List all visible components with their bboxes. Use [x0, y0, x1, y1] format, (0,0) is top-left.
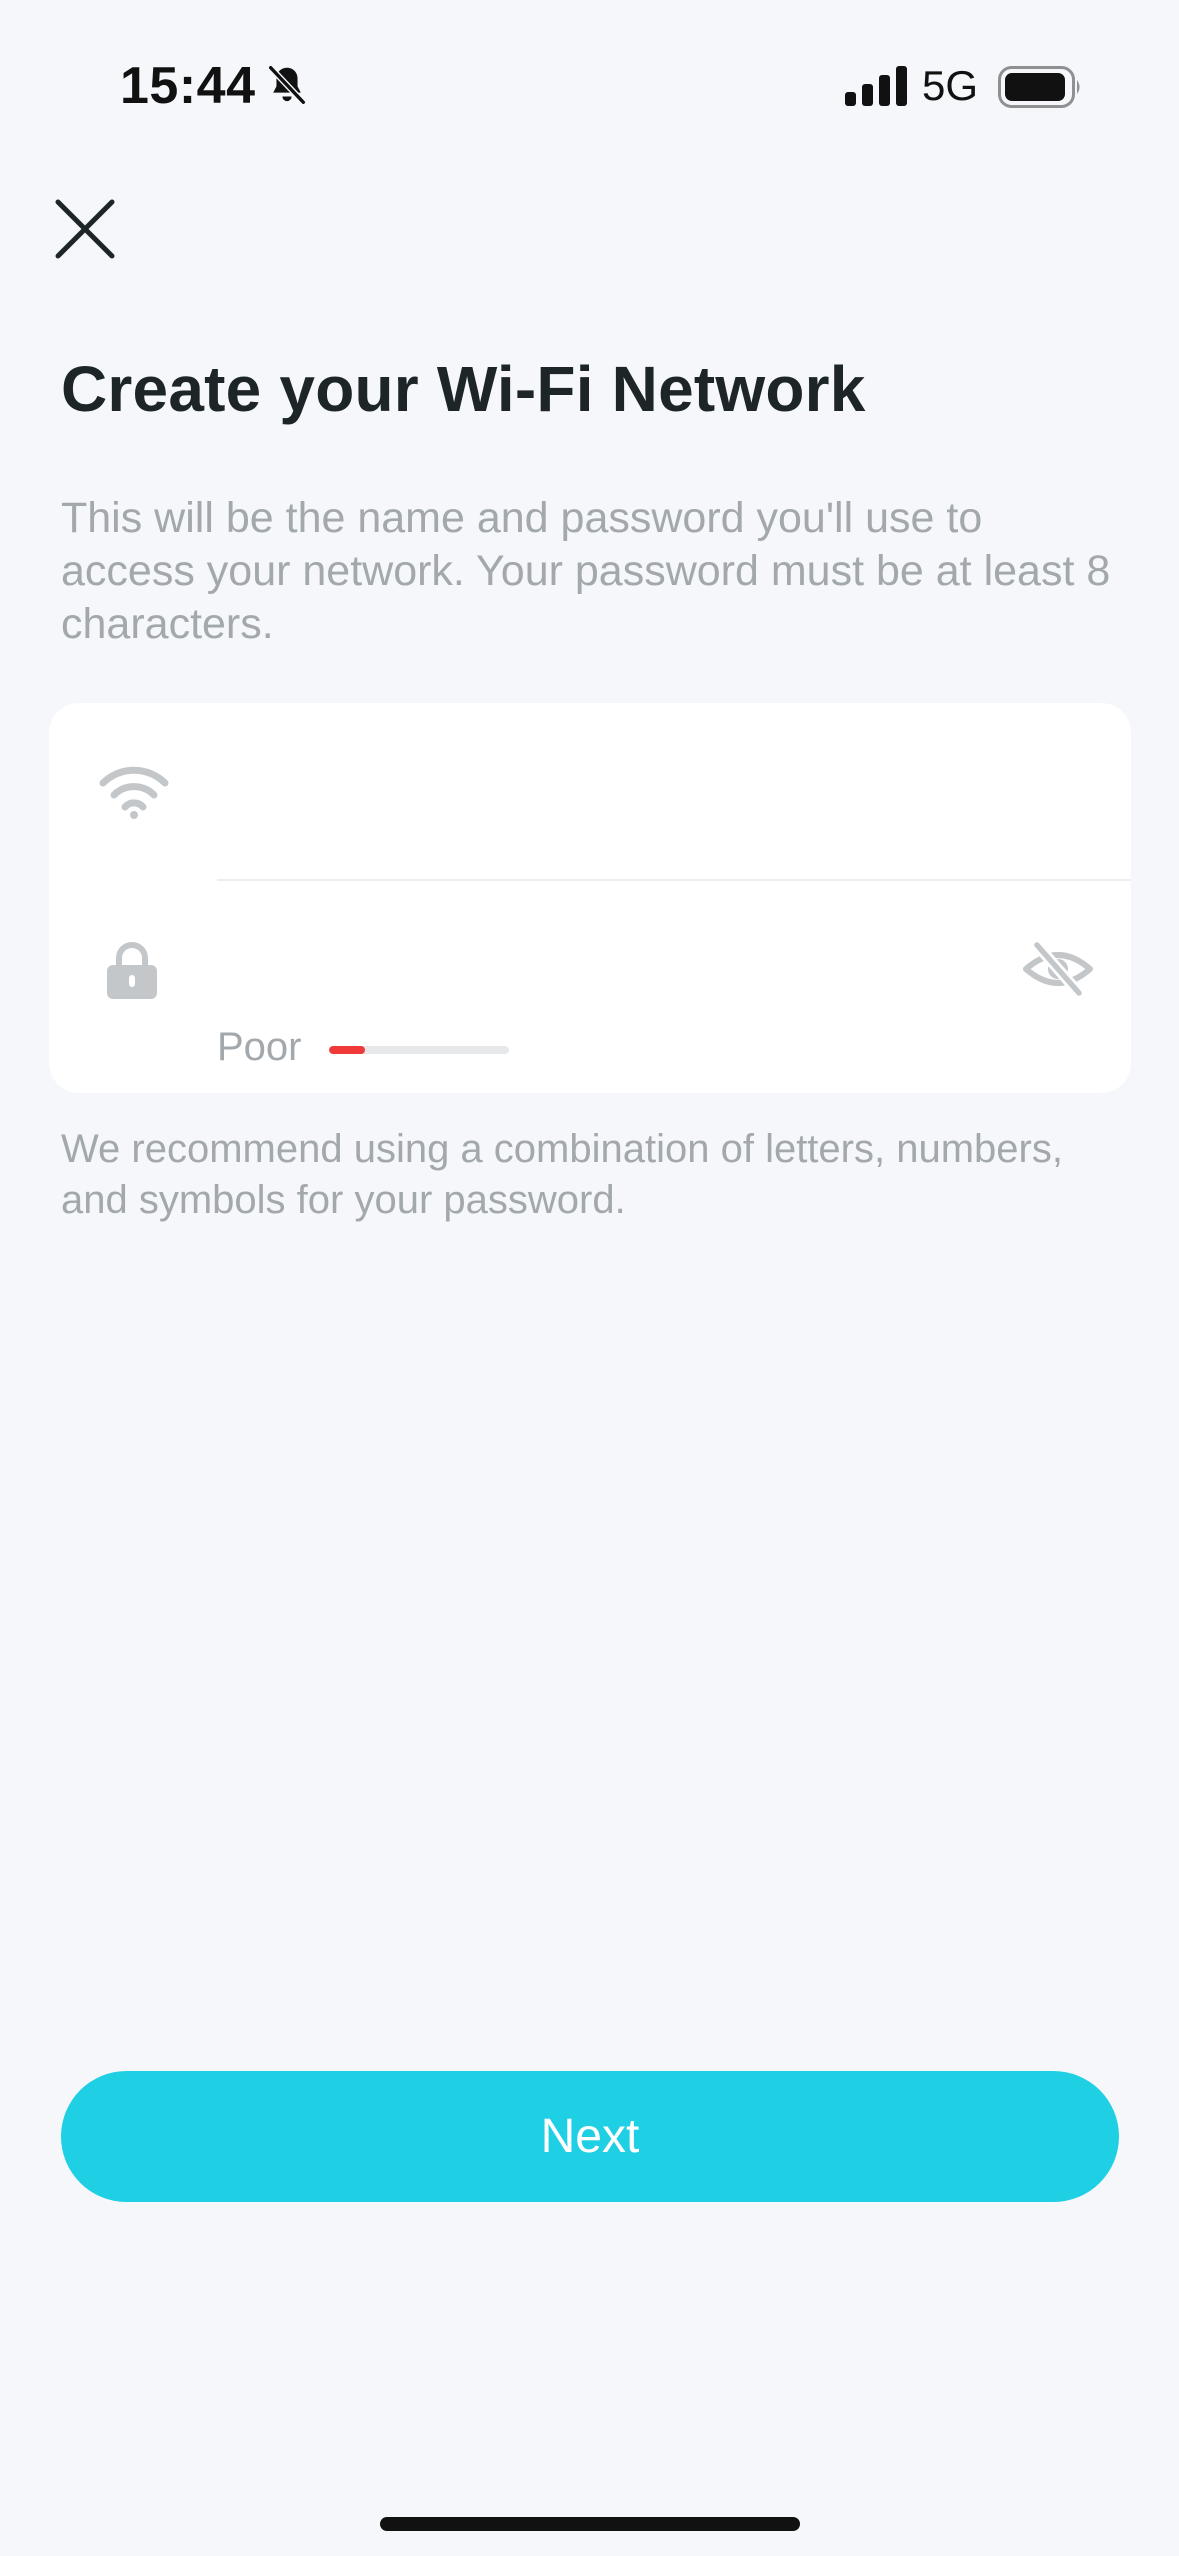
- password-strength-fill: [329, 1046, 365, 1054]
- lock-icon: [107, 942, 157, 999]
- network-type: 5G: [922, 62, 979, 109]
- page-description: This will be the name and password you'l…: [61, 494, 1111, 648]
- cellular-signal-icon: [845, 66, 907, 106]
- battery-icon: [998, 66, 1080, 108]
- page-title: Create your Wi-Fi Network: [61, 353, 866, 425]
- close-icon[interactable]: [52, 196, 118, 262]
- wifi-icon: [99, 766, 169, 819]
- next-button[interactable]: Next: [61, 2071, 1119, 2202]
- password-hint: We recommend using a combination of lett…: [61, 1127, 1063, 1222]
- bell-muted-icon: [268, 65, 306, 105]
- field-divider: [217, 879, 1131, 881]
- status-time: 15:44: [120, 57, 256, 115]
- password-strength-meter: [329, 1046, 509, 1054]
- password-input[interactable]: [217, 913, 1011, 1025]
- home-indicator: [380, 2517, 800, 2531]
- password-strength-label: Poor: [217, 1025, 302, 1069]
- network-form-card: Poor: [49, 703, 1131, 1093]
- eye-hidden-icon[interactable]: [1021, 939, 1095, 999]
- network-name-input[interactable]: [217, 733, 1101, 845]
